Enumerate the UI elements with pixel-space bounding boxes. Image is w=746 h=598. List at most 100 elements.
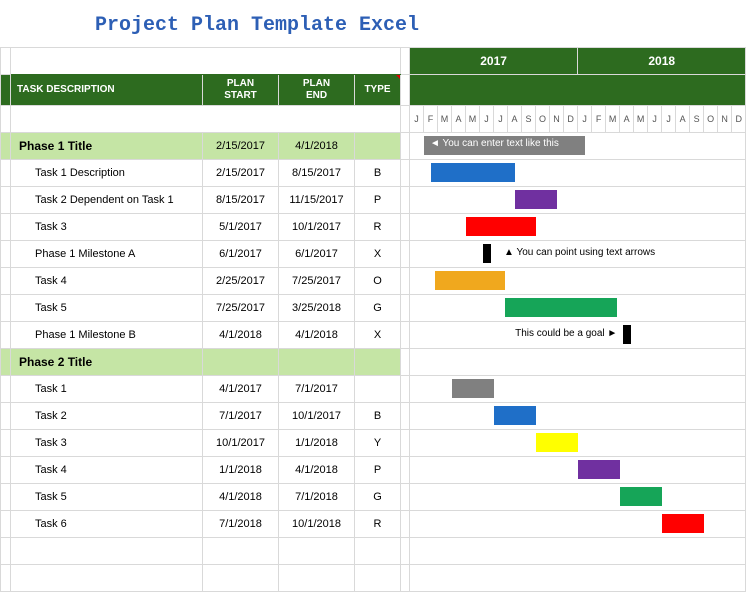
type-cell[interactable]: X xyxy=(355,241,401,268)
plan-start[interactable]: 7/25/2017 xyxy=(203,295,279,322)
table-row[interactable]: Task 27/1/201710/1/2017B xyxy=(1,403,746,430)
task-description[interactable]: Task 4 xyxy=(11,457,203,484)
gantt-bar xyxy=(466,217,536,236)
gantt-annotation: This could be a goal ► xyxy=(515,328,617,339)
type-cell[interactable]: X xyxy=(355,322,401,349)
plan-start[interactable]: 4/1/2017 xyxy=(203,376,279,403)
table-row[interactable]: Task 2 Dependent on Task 18/15/201711/15… xyxy=(1,187,746,214)
gantt-cell xyxy=(410,295,746,322)
month-cell: A xyxy=(676,106,690,133)
type-cell[interactable]: Y xyxy=(355,430,401,457)
plan-end[interactable]: 3/25/2018 xyxy=(279,295,355,322)
task-description[interactable]: Task 1 xyxy=(11,376,203,403)
month-cell: O xyxy=(704,106,718,133)
milestone-marker xyxy=(623,325,631,344)
plan-start[interactable]: 10/1/2017 xyxy=(203,430,279,457)
type-cell[interactable]: R xyxy=(355,214,401,241)
plan-start[interactable]: 1/1/2018 xyxy=(203,457,279,484)
plan-start[interactable]: 7/1/2018 xyxy=(203,511,279,538)
type-cell[interactable]: P xyxy=(355,457,401,484)
month-cell: M xyxy=(606,106,620,133)
month-cell: M xyxy=(466,106,480,133)
month-cell: A xyxy=(620,106,634,133)
col-plan-end: PLAN END xyxy=(279,75,355,106)
table-row[interactable]: Task 54/1/20187/1/2018G xyxy=(1,484,746,511)
plan-start[interactable]: 5/1/2017 xyxy=(203,214,279,241)
task-description[interactable]: Task 2 Dependent on Task 1 xyxy=(11,187,203,214)
plan-end[interactable]: 1/1/2018 xyxy=(279,430,355,457)
task-description[interactable]: Phase 1 Title xyxy=(11,133,203,160)
plan-end[interactable]: 11/15/2017 xyxy=(279,187,355,214)
phase-row[interactable]: Phase 2 Title xyxy=(1,349,746,376)
year-2017: 2017 xyxy=(410,48,578,75)
task-description[interactable]: Phase 1 Milestone B xyxy=(11,322,203,349)
plan-start[interactable]: 2/15/2017 xyxy=(203,160,279,187)
table-row[interactable]: Task 1 Description2/15/20178/15/2017B xyxy=(1,160,746,187)
type-cell[interactable] xyxy=(355,349,401,376)
type-cell[interactable]: O xyxy=(355,268,401,295)
gantt-cell xyxy=(410,457,746,484)
plan-end[interactable]: 4/1/2018 xyxy=(279,322,355,349)
task-description[interactable]: Phase 1 Milestone A xyxy=(11,241,203,268)
table-row[interactable]: Task 57/25/20173/25/2018G xyxy=(1,295,746,322)
plan-start[interactable]: 2/25/2017 xyxy=(203,268,279,295)
plan-end[interactable]: 7/25/2017 xyxy=(279,268,355,295)
plan-start[interactable]: 4/1/2018 xyxy=(203,322,279,349)
table-row[interactable]: Phase 1 Milestone B4/1/20184/1/2018XThis… xyxy=(1,322,746,349)
task-description[interactable]: Task 2 xyxy=(11,403,203,430)
plan-end[interactable]: 7/1/2018 xyxy=(279,484,355,511)
gantt-cell: ▲ You can point using text arrows xyxy=(410,241,746,268)
col-task-description: TASK DESCRIPTION xyxy=(11,75,203,106)
phase-row[interactable]: Phase 1 Title2/15/20174/1/2018◄ You can … xyxy=(1,133,746,160)
type-cell[interactable] xyxy=(355,133,401,160)
gantt-cell xyxy=(410,187,746,214)
type-cell[interactable]: G xyxy=(355,295,401,322)
plan-end[interactable]: 10/1/2017 xyxy=(279,214,355,241)
task-description[interactable]: Task 6 xyxy=(11,511,203,538)
table-row[interactable]: Task 67/1/201810/1/2018R xyxy=(1,511,746,538)
type-cell[interactable] xyxy=(355,376,401,403)
gantt-table: 2017 2018 TASK DESCRIPTION PLAN START PL… xyxy=(0,47,746,592)
type-cell[interactable]: B xyxy=(355,160,401,187)
plan-end[interactable]: 10/1/2017 xyxy=(279,403,355,430)
plan-start[interactable]: 4/1/2018 xyxy=(203,484,279,511)
gantt-cell xyxy=(410,160,746,187)
type-cell[interactable]: B xyxy=(355,403,401,430)
plan-start[interactable] xyxy=(203,349,279,376)
table-row[interactable]: Task 310/1/20171/1/2018Y xyxy=(1,430,746,457)
task-description[interactable]: Task 4 xyxy=(11,268,203,295)
plan-end[interactable]: 7/1/2017 xyxy=(279,376,355,403)
month-cell: J xyxy=(648,106,662,133)
table-row[interactable]: Task 42/25/20177/25/2017O xyxy=(1,268,746,295)
table-row[interactable]: Task 14/1/20177/1/2017 xyxy=(1,376,746,403)
empty-row xyxy=(1,538,746,565)
plan-end[interactable]: 6/1/2017 xyxy=(279,241,355,268)
type-cell[interactable]: G xyxy=(355,484,401,511)
plan-end[interactable]: 8/15/2017 xyxy=(279,160,355,187)
table-row[interactable]: Task 41/1/20184/1/2018P xyxy=(1,457,746,484)
gantt-cell xyxy=(410,349,746,376)
plan-end[interactable]: 10/1/2018 xyxy=(279,511,355,538)
month-cell: N xyxy=(718,106,732,133)
month-cell: M xyxy=(634,106,648,133)
type-cell[interactable]: P xyxy=(355,187,401,214)
plan-end[interactable]: 4/1/2018 xyxy=(279,133,355,160)
plan-start[interactable]: 6/1/2017 xyxy=(203,241,279,268)
type-cell[interactable]: R xyxy=(355,511,401,538)
task-description[interactable]: Task 3 xyxy=(11,214,203,241)
task-description[interactable]: Task 5 xyxy=(11,484,203,511)
task-description[interactable]: Phase 2 Title xyxy=(11,349,203,376)
month-cell: J xyxy=(494,106,508,133)
table-row[interactable]: Task 35/1/201710/1/2017R xyxy=(1,214,746,241)
empty-row xyxy=(1,565,746,592)
table-row[interactable]: Phase 1 Milestone A6/1/20176/1/2017X▲ Yo… xyxy=(1,241,746,268)
gantt-bar xyxy=(494,406,536,425)
task-description[interactable]: Task 1 Description xyxy=(11,160,203,187)
plan-end[interactable]: 4/1/2018 xyxy=(279,457,355,484)
plan-start[interactable]: 2/15/2017 xyxy=(203,133,279,160)
plan-start[interactable]: 8/15/2017 xyxy=(203,187,279,214)
plan-end[interactable] xyxy=(279,349,355,376)
task-description[interactable]: Task 5 xyxy=(11,295,203,322)
task-description[interactable]: Task 3 xyxy=(11,430,203,457)
plan-start[interactable]: 7/1/2017 xyxy=(203,403,279,430)
